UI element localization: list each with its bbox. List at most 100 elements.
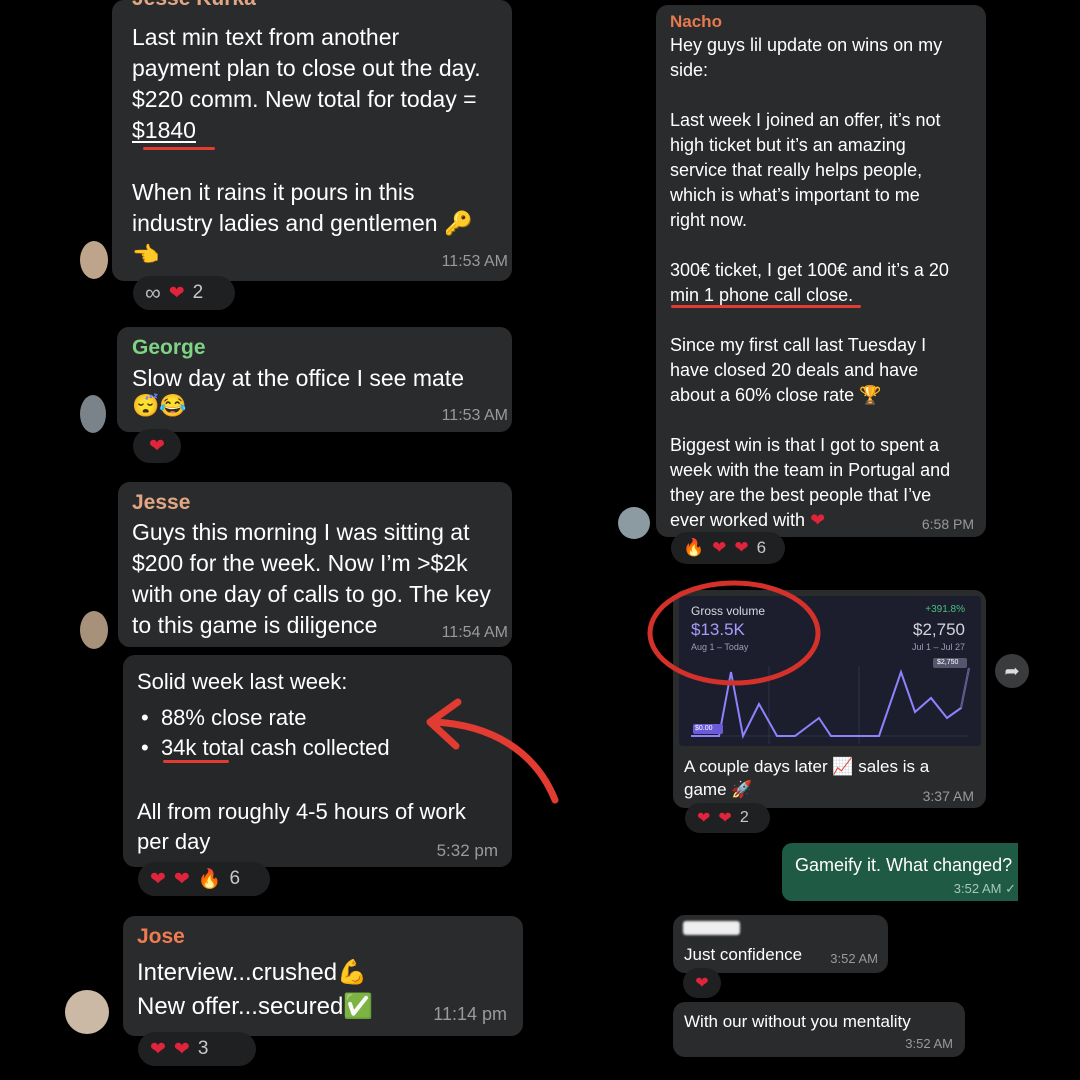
message-text: Guys this morning I was sitting at $200 … xyxy=(132,517,510,641)
message-time: 11:53 AM xyxy=(441,253,508,270)
message-time: 11:54 AM xyxy=(441,624,508,641)
text-line: payment plan to close out the day. xyxy=(132,55,481,81)
read-check-icon: ✓ xyxy=(1005,881,1016,896)
message-bubble-jesse-2: Jesse Guys this morning I was sitting at… xyxy=(118,482,512,647)
message-time: 11:53 AM xyxy=(441,407,508,424)
sender-name-cut: Jesse Kurka xyxy=(132,0,256,11)
message-bubble-jesse-1: Jesse Kurka Last min text from another p… xyxy=(112,0,512,281)
reaction-count: 6 xyxy=(756,538,767,557)
message-bubble-george: George Slow day at the office I see mate… xyxy=(117,327,512,432)
text-line: game xyxy=(684,780,727,799)
gridline xyxy=(960,667,970,709)
text-line: service that really helps people, xyxy=(670,160,923,180)
message-text: Gameify it. What changed? xyxy=(795,855,1013,875)
message-text: Hey guys lil update on wins on my side: … xyxy=(670,33,985,533)
message-time: 3:37 AM xyxy=(922,788,974,804)
text-line: high ticket but it’s an amazing xyxy=(670,135,906,155)
sender-name: Nacho xyxy=(670,12,722,31)
heart-on-fire-icon: ❤ xyxy=(150,868,166,890)
forward-button[interactable]: ➦ xyxy=(995,654,1029,688)
text-line-with-emoji: New offer...secured✅ xyxy=(137,990,373,1024)
bullet-text: 88% close rate xyxy=(160,705,307,730)
message-bubble-nacho: Nacho Hey guys lil update on wins on my … xyxy=(656,5,986,537)
heart-on-fire-icon: ❤ xyxy=(810,510,826,530)
sender-name: Jose xyxy=(137,925,185,948)
text-line: industry ladies and gentlemen xyxy=(132,210,438,236)
text-line: side: xyxy=(670,60,709,80)
reactions-bar[interactable]: ❤ xyxy=(133,429,181,463)
message-bubble-reply-1: Just confidence 3:52 AM xyxy=(673,915,888,973)
message-time: 3:52 AM ✓ xyxy=(954,881,1016,897)
sleepy-face-icon: 😴 xyxy=(132,393,160,418)
avatar[interactable] xyxy=(65,990,109,1034)
bullet-item: • 34k total cash collected xyxy=(141,733,390,763)
message-title: Solid week last week: xyxy=(137,669,348,694)
text-line: Biggest win is that I got to spent a xyxy=(670,435,940,455)
bullet-item: • 88% close rate xyxy=(141,703,390,733)
heart-icon: ❤ xyxy=(712,538,727,557)
sender-name: Jesse xyxy=(132,491,191,514)
chart-increasing-icon: 📈 xyxy=(832,757,854,776)
text-line: Last min text from another xyxy=(132,24,400,50)
text-line: with one day of calls to go. The key xyxy=(132,581,491,607)
rocket-icon: 🚀 xyxy=(731,780,753,799)
sender-name: George xyxy=(132,336,206,359)
red-underline xyxy=(163,760,229,763)
red-underline xyxy=(143,147,215,150)
text-line: ever worked with xyxy=(670,510,806,530)
message-bubble-jose: Jose Interview...crushed💪 New offer...se… xyxy=(123,916,523,1036)
message-text: Interview...crushed💪 New offer...secured… xyxy=(137,956,373,1024)
red-circle-annotation xyxy=(647,580,821,686)
heart-on-fire-icon: ❤ xyxy=(734,538,749,557)
message-time: 3:52 AM xyxy=(830,951,878,966)
text-line-with-emoji: industry ladies and gentlemen 🔑 xyxy=(132,208,507,239)
emoji-row: 😴😂 xyxy=(132,393,187,419)
avatar[interactable] xyxy=(80,241,108,279)
bullet-list: • 88% close rate • 34k total cash collec… xyxy=(141,703,390,763)
text-line: Hey guys lil update on wins on my xyxy=(670,35,943,55)
reactions-bar[interactable]: ❤ ❤ 3 xyxy=(138,1032,256,1066)
avatar[interactable] xyxy=(80,611,108,649)
red-arrow-annotation xyxy=(426,698,559,804)
start-label: $0.00 xyxy=(695,725,713,732)
key-icon: 🔑 xyxy=(443,210,473,236)
message-text: Slow day at the office I see mate xyxy=(132,365,464,391)
message-time: 5:32 pm xyxy=(436,841,498,860)
reactions-bar[interactable]: ❤ ❤ 2 xyxy=(685,803,770,833)
message-bubble-sent: Gameify it. What changed? 3:52 AM ✓ xyxy=(782,843,1018,901)
redacted-sender xyxy=(683,921,740,935)
avatar[interactable] xyxy=(618,507,650,539)
text-line: have closed 20 deals and have xyxy=(670,360,919,380)
text-line: When it rains it pours in this xyxy=(132,179,415,205)
infinity-icon: ∞ xyxy=(145,280,161,305)
text-line: per day xyxy=(137,829,211,854)
heart-icon: ❤ xyxy=(695,975,709,992)
fire-icon: 🔥 xyxy=(683,538,705,557)
text-line: they are the best people that I’ve xyxy=(670,485,932,505)
text-line: New offer...secured xyxy=(137,993,344,1020)
reactions-bar[interactable]: ❤ xyxy=(683,968,721,998)
end-label: $2,750 xyxy=(937,659,959,666)
time-text: 3:52 AM xyxy=(953,881,1002,896)
avatar[interactable] xyxy=(80,395,106,433)
heart-on-fire-icon: ❤ xyxy=(697,810,711,827)
text-line: 300€ ticket, I get 100€ and it’s a 20 xyxy=(670,260,949,280)
fire-icon: 🔥 xyxy=(197,869,222,890)
text-line: week with the team in Portugal and xyxy=(670,460,951,480)
reaction-count: 2 xyxy=(739,809,749,826)
text-line: Interview...crushed xyxy=(137,959,338,986)
reactions-bar[interactable]: 🔥 ❤ ❤ 6 xyxy=(671,532,785,564)
reaction-count: 3 xyxy=(197,1038,209,1059)
bullet-text: 34k total cash collected xyxy=(160,735,390,760)
message-time: 11:14 pm xyxy=(433,1004,507,1024)
message-time: 6:58 PM xyxy=(921,516,974,532)
text-line: $200 for the week. Now I’m >$2k xyxy=(132,550,468,576)
text-line-with-emoji: Interview...crushed💪 xyxy=(137,956,373,990)
reactions-bar[interactable]: ∞ ❤ 2 xyxy=(133,276,235,310)
text-line: Since my first call last Tuesday I xyxy=(670,335,927,355)
reactions-bar[interactable]: ❤ ❤ 🔥 6 xyxy=(138,862,270,896)
